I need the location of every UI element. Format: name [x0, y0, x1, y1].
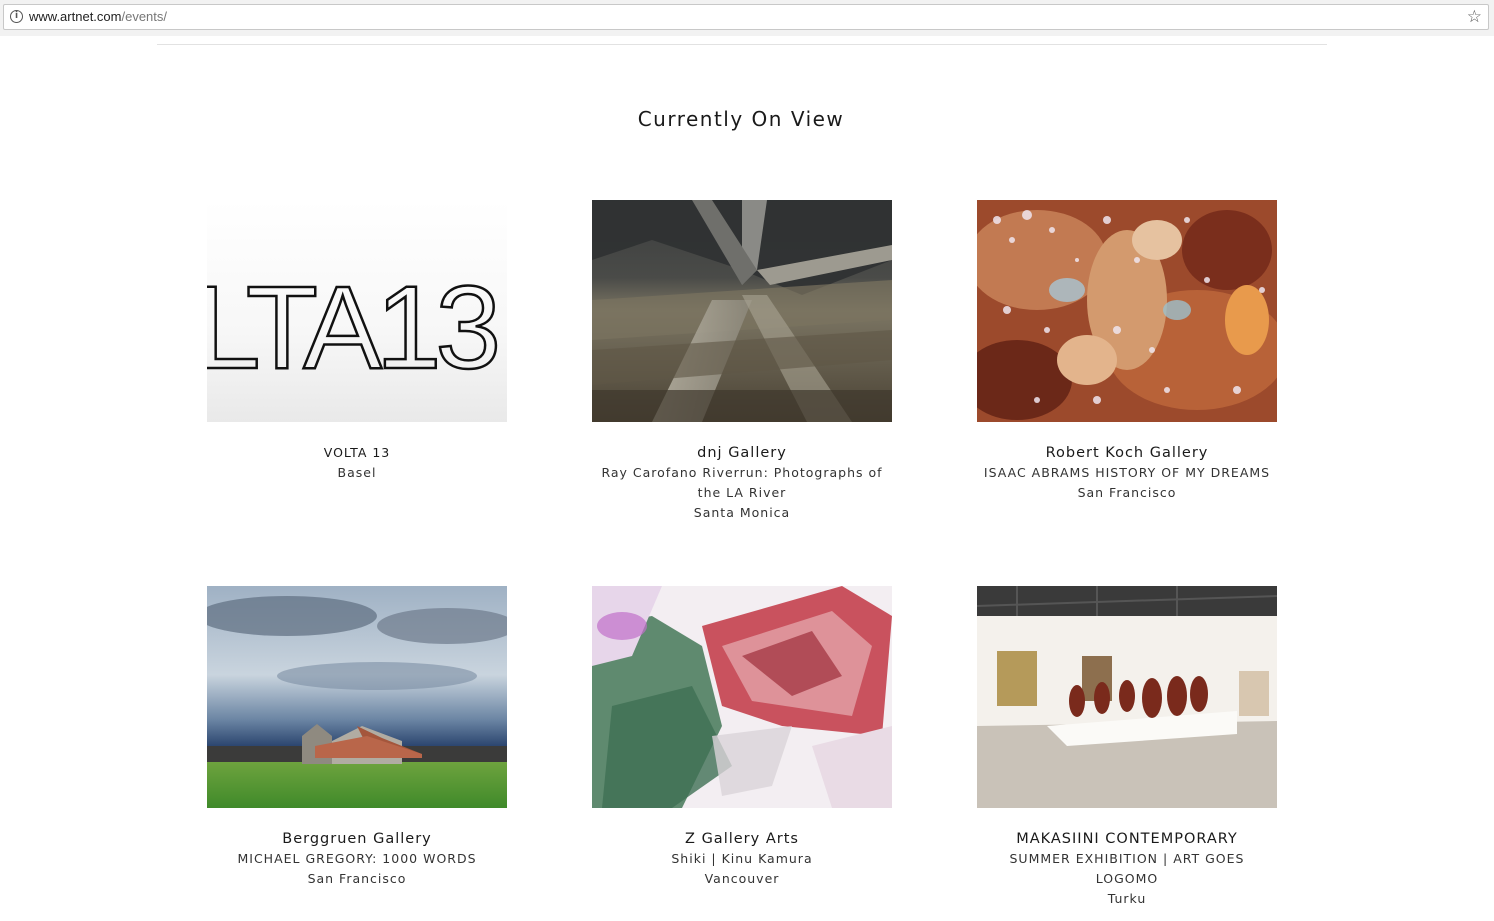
- event-city: Basel: [337, 465, 377, 480]
- url-path: /events/: [121, 9, 168, 24]
- event-card-z-gallery-arts[interactable]: Z Gallery Arts Shiki | Kinu Kamura Vanco…: [592, 586, 892, 889]
- url-host: www.artnet.com: [29, 9, 122, 24]
- event-name[interactable]: dnj Gallery: [572, 443, 912, 463]
- volta-logo-image: LTA13: [207, 200, 507, 422]
- shiki-artwork: [592, 586, 892, 808]
- info-icon[interactable]: i: [10, 10, 23, 23]
- header-divider: [157, 44, 1327, 45]
- volta-logo-text: LTA13: [207, 262, 497, 394]
- event-thumbnail[interactable]: [977, 200, 1277, 422]
- event-city: Santa Monica: [693, 505, 791, 520]
- event-name[interactable]: Robert Koch Gallery: [957, 443, 1297, 463]
- event-subtitle: MICHAEL GREGORY: 1000 WORDS: [237, 851, 477, 866]
- event-card-dnj-gallery[interactable]: dnj Gallery Ray Carofano Riverrun: Photo…: [592, 200, 892, 523]
- browser-toolbar: i www.artnet.com/events/ ☆: [0, 0, 1494, 36]
- event-city: San Francisco: [307, 871, 407, 886]
- barn-landscape-painting: [207, 586, 507, 808]
- address-bar[interactable]: i www.artnet.com/events/ ☆: [3, 4, 1489, 30]
- riverrun-photo: [592, 200, 892, 422]
- abrams-painting: [977, 200, 1277, 422]
- event-name[interactable]: MAKASIINI CONTEMPORARY: [957, 829, 1297, 849]
- event-name[interactable]: VOLTA 13: [187, 443, 527, 463]
- event-name[interactable]: Berggruen Gallery: [187, 829, 527, 849]
- event-city: San Francisco: [1077, 485, 1177, 500]
- event-subtitle: ISAAC ABRAMS HISTORY OF MY DREAMS: [983, 465, 1271, 480]
- event-thumbnail[interactable]: [592, 586, 892, 808]
- event-thumbnail[interactable]: [977, 586, 1277, 808]
- event-thumbnail[interactable]: LTA13: [207, 200, 507, 422]
- gallery-installation-photo: [977, 586, 1277, 808]
- event-card-robert-koch-gallery[interactable]: Robert Koch Gallery ISAAC ABRAMS HISTORY…: [977, 200, 1277, 503]
- event-card-berggruen-gallery[interactable]: Berggruen Gallery MICHAEL GREGORY: 1000 …: [207, 586, 507, 889]
- event-thumbnail[interactable]: [592, 200, 892, 422]
- event-city: Vancouver: [704, 871, 780, 886]
- star-icon[interactable]: ☆: [1467, 6, 1482, 28]
- event-name[interactable]: Z Gallery Arts: [572, 829, 912, 849]
- url-text[interactable]: www.artnet.com/events/: [29, 9, 167, 24]
- event-subtitle: Ray Carofano Riverrun: Photographs of th…: [601, 465, 883, 500]
- event-card-volta13[interactable]: LTA13 VOLTA 13 Basel: [207, 200, 507, 483]
- section-title: Currently On View: [637, 107, 845, 131]
- event-subtitle: SUMMER EXHIBITION | ART GOES LOGOMO: [1009, 851, 1245, 886]
- event-subtitle: Shiki | Kinu Kamura: [671, 851, 813, 866]
- event-thumbnail[interactable]: [207, 586, 507, 808]
- event-card-makasiini-contemporary[interactable]: MAKASIINI CONTEMPORARY SUMMER EXHIBITION…: [977, 586, 1277, 909]
- event-city: Turku: [1107, 891, 1147, 906]
